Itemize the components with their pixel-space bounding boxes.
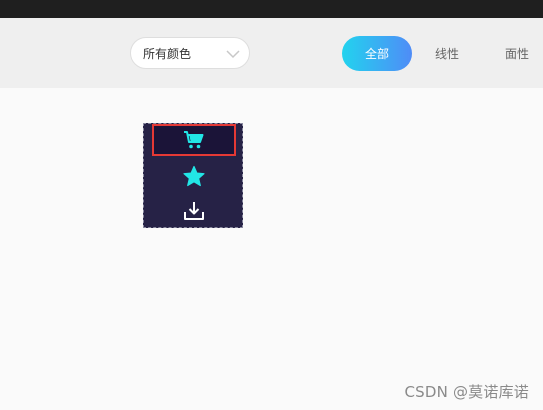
shopping-cart-icon — [183, 130, 205, 150]
icon-item-cart[interactable] — [152, 124, 236, 156]
tab-line[interactable]: 线性 — [424, 36, 470, 71]
csdn-watermark: CSDN @莫诺库诺 — [404, 383, 529, 401]
icon-grid-panel — [143, 123, 243, 228]
icon-item-download[interactable] — [152, 196, 236, 226]
icon-item-star[interactable] — [152, 161, 236, 191]
tab-face-label: 面性 — [504, 47, 529, 61]
color-filter-value: 所有颜色 — [143, 46, 192, 61]
star-icon — [182, 165, 206, 188]
top-bar — [0, 0, 543, 18]
color-filter-select[interactable]: 所有颜色 — [130, 37, 250, 69]
tab-face[interactable]: 面性 — [494, 36, 540, 71]
tab-all[interactable]: 全部 — [342, 36, 412, 71]
tab-all-label: 全部 — [364, 47, 389, 61]
tab-line-label: 线性 — [434, 47, 459, 61]
chevron-down-icon — [226, 50, 240, 59]
download-icon — [182, 200, 206, 222]
filter-toolbar: 所有颜色 全部 线性 面性 — [0, 18, 543, 88]
